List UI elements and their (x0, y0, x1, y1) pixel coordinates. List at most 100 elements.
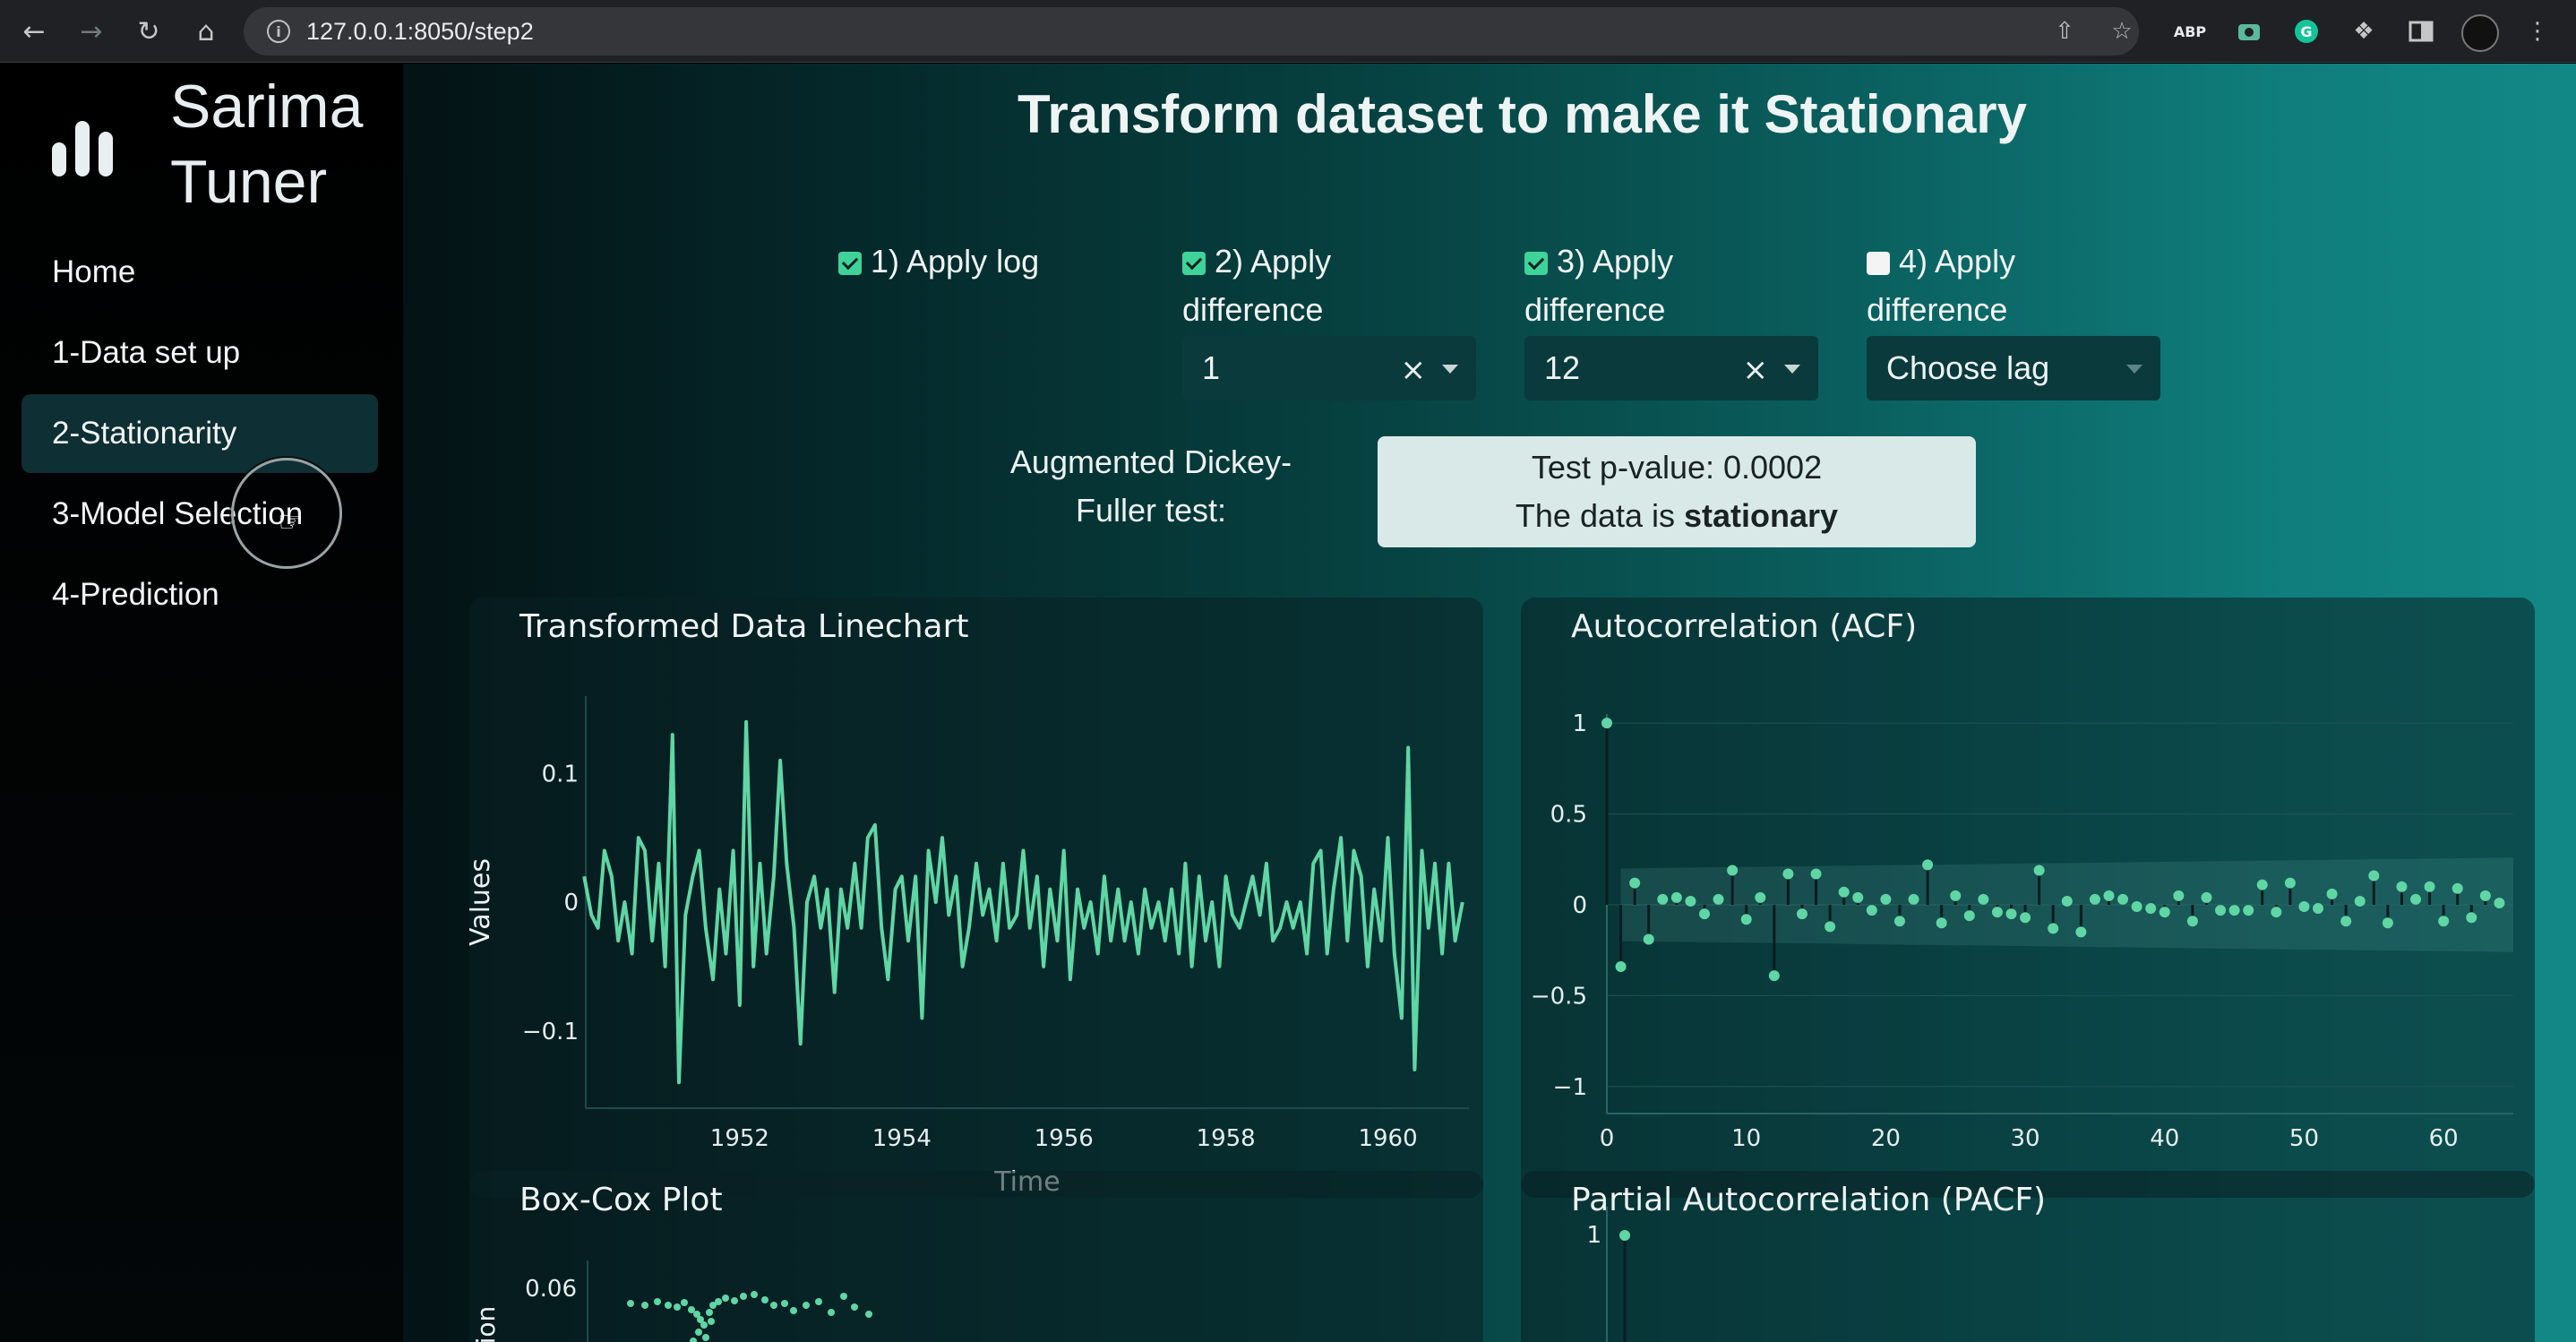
brand-title: Sarima Tuner (170, 69, 363, 219)
pvalue-text: Test p-value: 0.0002 (1531, 449, 1823, 486)
pacf-svg[interactable]: 1 (1521, 1171, 2535, 1342)
page-title: Transform dataset to make it Stationary (1018, 84, 2027, 144)
clear-icon[interactable]: × (1743, 352, 1769, 388)
acf-point (1880, 893, 1892, 905)
difference-3-lag-dropdown[interactable]: Choose lag (1867, 336, 2160, 400)
option-apply-log: 1) Apply log (838, 237, 1039, 286)
acf-point (2117, 893, 2129, 905)
nav-prediction[interactable]: 4-Prediction (21, 555, 378, 634)
acf-point (1825, 921, 1836, 933)
adblock-extension-icon[interactable]: ABP (2174, 16, 2206, 47)
profile-avatar[interactable] (2461, 14, 2499, 52)
acf-point (2479, 890, 2491, 901)
acf-point (1713, 893, 1724, 905)
acf-point (1698, 908, 1710, 920)
grammarly-extension-icon[interactable]: G (2291, 16, 2322, 47)
y-tick-label: 1 (1572, 710, 1587, 737)
acf-point (1657, 893, 1669, 905)
acf-point (1963, 910, 1975, 922)
option-difference-2: 3) Apply difference (1524, 237, 1673, 334)
difference-3-checkbox[interactable] (1867, 252, 1890, 275)
hand-cursor-icon: ☞ (278, 504, 304, 538)
boxcox-point (865, 1311, 872, 1318)
difference-2-lag-dropdown[interactable]: 12 × (1524, 336, 1818, 400)
pacf-point (1619, 1230, 1630, 1241)
browser-menu-icon[interactable]: ⋮ (2522, 16, 2553, 47)
adf-label-line2: Fuller test: (1075, 492, 1227, 529)
acf-point (2243, 905, 2254, 916)
difference-1-checkbox[interactable] (1182, 252, 1206, 275)
nav-stationarity[interactable]: 2-Stationarity (21, 394, 378, 473)
adf-label-line1: Augmented Dickey- (1009, 443, 1292, 480)
difference-2-label: 3) Apply (1557, 243, 1674, 280)
reload-icon[interactable]: ↻ (129, 12, 168, 51)
boxcox-point (828, 1309, 835, 1316)
boxcox-svg[interactable]: 0.06 iation (469, 1171, 1483, 1342)
acf-point (2089, 893, 2100, 905)
difference-2-checkbox[interactable] (1524, 252, 1548, 275)
boxcox-point (641, 1302, 648, 1309)
acf-point (1782, 868, 1794, 880)
boxcox-card: Box-Cox Plot 0.06 iation (469, 1171, 1483, 1342)
acf-point (2159, 907, 2170, 918)
acf-point (1978, 893, 1989, 905)
y-axis-label: iation (471, 1306, 501, 1342)
boxcox-point (654, 1298, 661, 1305)
acf-point (1838, 886, 1850, 898)
site-info-icon[interactable]: i (267, 20, 290, 43)
brand-line-2: Tuner (170, 148, 328, 216)
bar-chart-logo-icon (52, 114, 118, 176)
acf-point (1615, 960, 1627, 972)
acf-point (2228, 905, 2240, 916)
boxcox-point (695, 1329, 702, 1336)
boxcox-point (700, 1321, 708, 1329)
acf-point (2201, 891, 2212, 903)
acf-point (1936, 917, 1947, 929)
acf-point (2145, 903, 2157, 915)
y-tick-label: −0.1 (522, 1019, 579, 1045)
chevron-down-icon[interactable] (2126, 365, 2142, 374)
acf-point (2020, 912, 2031, 924)
svg-text:G: G (2300, 23, 2312, 40)
apply-log-checkbox[interactable] (838, 252, 862, 275)
bookmark-star-icon[interactable]: ☆ (2108, 18, 2135, 45)
acf-point (1950, 890, 1962, 901)
extensions-puzzle-icon[interactable]: ❖ (2348, 16, 2379, 47)
x-tick-label: 30 (2011, 1125, 2040, 1152)
nav-data-setup[interactable]: 1-Data set up (21, 314, 378, 392)
boxcox-point (627, 1300, 634, 1307)
acf-point (1727, 865, 1739, 876)
x-tick-label: 60 (2429, 1125, 2459, 1152)
side-panel-icon[interactable] (2406, 16, 2436, 47)
difference-1-label: 2) Apply (1215, 243, 1332, 280)
acf-point (1810, 868, 1822, 880)
result-value: stationary (1684, 497, 1839, 534)
forward-icon[interactable]: → (72, 12, 111, 51)
address-bar[interactable]: i 127.0.0.1:8050/step2 ⇧ ☆ (244, 7, 2139, 56)
acf-point (1866, 905, 1877, 916)
share-icon[interactable]: ⇧ (2051, 18, 2078, 45)
acf-point (2005, 908, 2017, 920)
result-prefix: The data is (1515, 497, 1685, 534)
acf-point (2131, 901, 2142, 913)
acf-point (2494, 897, 2505, 908)
back-icon[interactable]: ← (14, 12, 54, 51)
chevron-down-icon[interactable] (1442, 365, 1458, 374)
difference-1-lag-dropdown[interactable]: 1 × (1182, 336, 1476, 400)
camera-extension-icon[interactable] (2234, 16, 2264, 47)
y-tick-label: 0.06 (525, 1276, 577, 1303)
clear-icon[interactable]: × (1401, 352, 1427, 388)
nav-home[interactable]: Home (21, 233, 378, 312)
y-tick-label: 0.5 (1550, 802, 1587, 829)
chevron-down-icon[interactable] (1784, 365, 1800, 374)
home-icon[interactable]: ⌂ (186, 12, 226, 51)
linechart-svg[interactable]: 0.10−0.119521954195619581960TimeValues (469, 598, 1483, 1198)
acf-point (1922, 859, 1934, 871)
x-tick-label: 50 (2289, 1125, 2319, 1152)
series-line (582, 719, 1464, 1085)
boxcox-point (840, 1293, 847, 1300)
x-tick-label: 1956 (1035, 1125, 1094, 1152)
acf-point (1685, 895, 1696, 907)
acf-svg[interactable]: 1 0.5 0 −0.5 −1 0 10 20 30 40 50 60 (1521, 598, 2535, 1198)
acf-point (2256, 879, 2268, 890)
